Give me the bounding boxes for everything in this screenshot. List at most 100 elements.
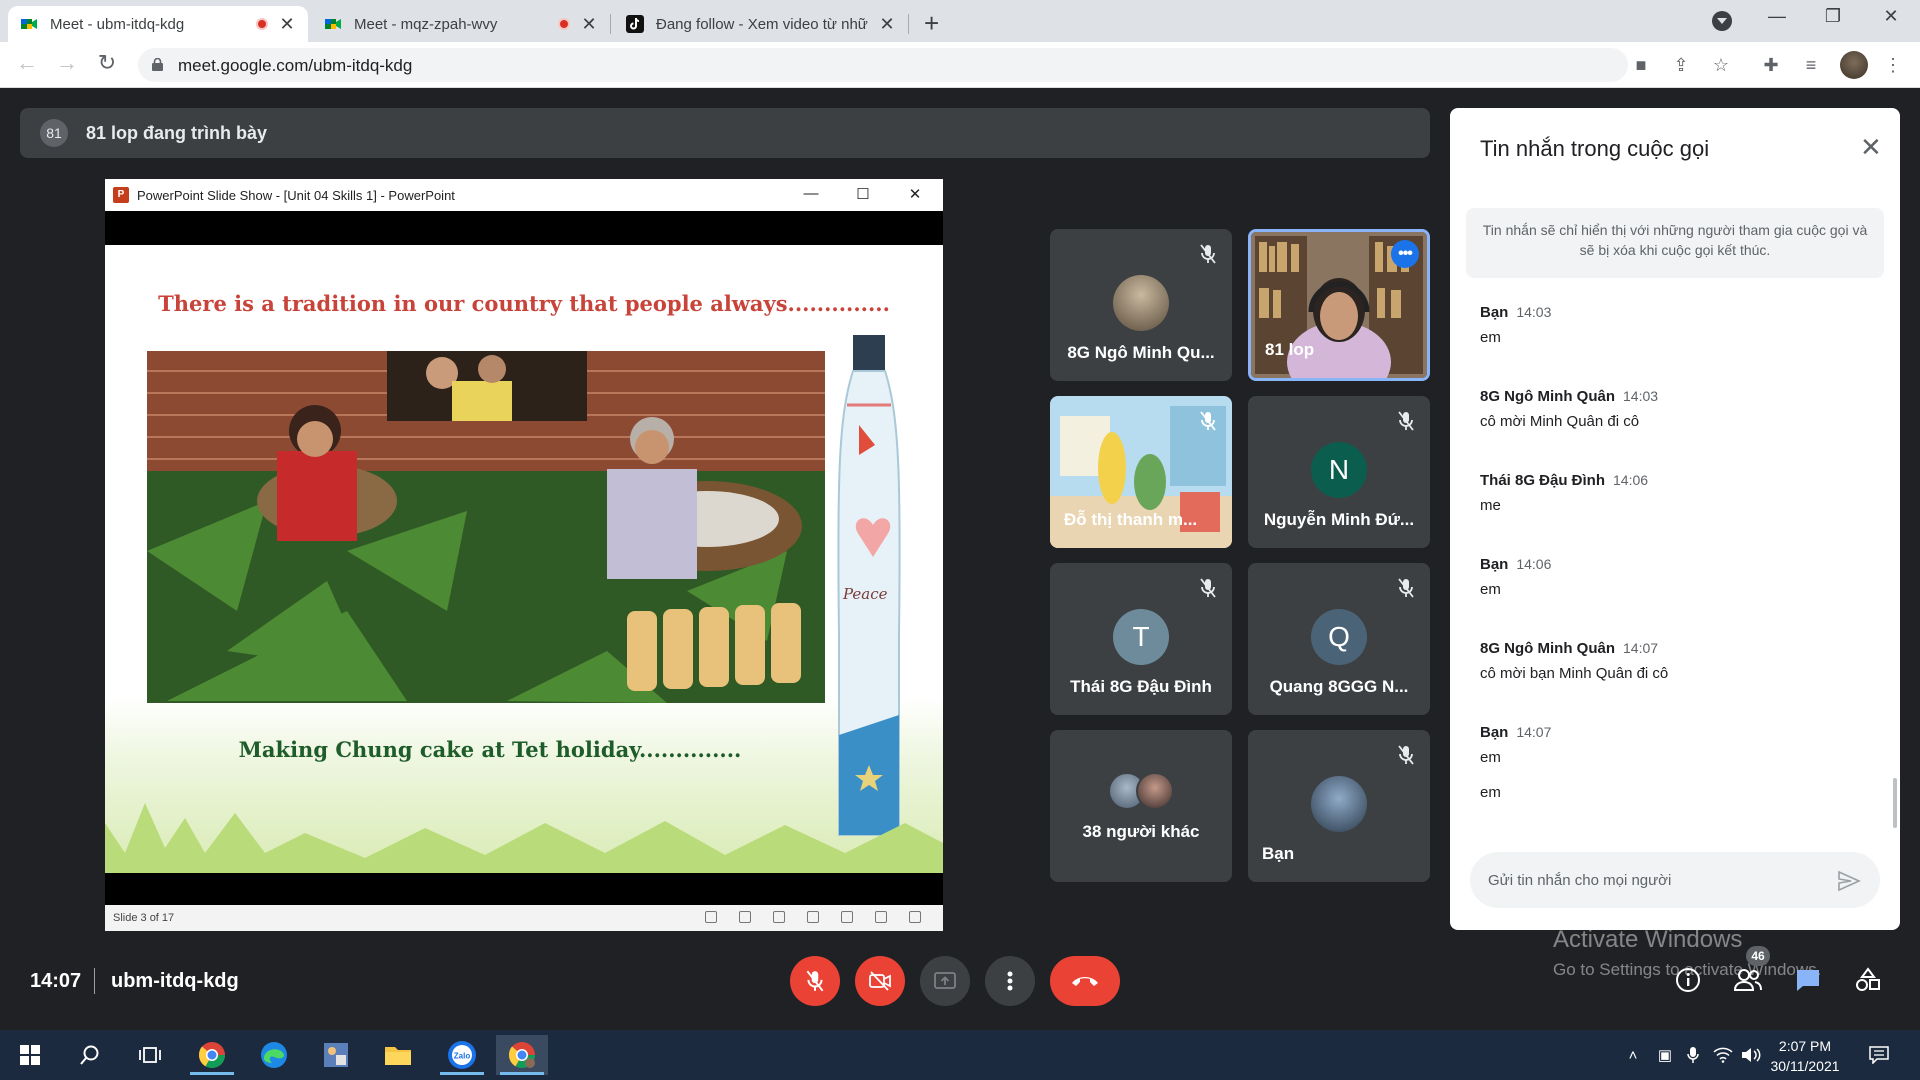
participant-options-button[interactable]: ••• [1391,240,1419,268]
activities-icon [1856,967,1880,991]
microphone-glyph [1687,1047,1699,1063]
participant-initial-avatar: Q [1311,609,1367,665]
tab-search-icon[interactable] [1712,11,1732,31]
previous-slide-icon [705,911,717,923]
chat-scrollbar[interactable] [1893,778,1897,828]
powerpoint-title-bar: P PowerPoint Slide Show - [Unit 04 Skill… [105,179,943,211]
toggle-camera-button[interactable] [855,956,905,1006]
tab-meet-ubm[interactable]: Meet - ubm-itdq-kdg ✕ [8,6,308,42]
extensions-icon[interactable]: ✚ [1758,52,1784,78]
minimize-icon[interactable]: — [1762,6,1792,27]
task-view-icon [139,1047,161,1063]
taskbar-file-explorer[interactable] [372,1035,424,1075]
meeting-details-button[interactable] [1672,964,1704,996]
normal-view-icon [807,911,819,923]
others-avatar [1136,772,1174,810]
notification-glyph [1869,1046,1889,1064]
meet-now-icon[interactable]: ▣ [1654,1044,1676,1066]
powerpoint-icon: P [113,187,129,203]
forward-icon[interactable]: → [52,50,82,76]
mic-off-icon [1200,244,1216,264]
show-hidden-icons-icon[interactable]: ˄ [1622,1044,1644,1066]
present-now-button[interactable] [920,956,970,1006]
tab-separator [908,14,909,34]
notes-icon [739,911,751,923]
bookmark-star-icon[interactable]: ☆ [1708,52,1734,78]
powerpoint-window-title: PowerPoint Slide Show - [Unit 04 Skills … [137,187,455,203]
system-clock[interactable]: 2:07 PM 30/11/2021 [1760,1036,1850,1076]
participant-tile-do-thi-thanh[interactable]: Đỗ thị thanh m... [1050,396,1232,548]
chung-cake-photo [147,351,825,703]
people-icon [1733,969,1762,991]
search-icon [80,1045,99,1065]
message-time: 14:07 [1623,640,1659,656]
media-control-icon[interactable]: ≡ [1798,52,1824,78]
chat-message: Bạn 14:03 em [1480,304,1870,346]
volume-icon[interactable] [1740,1044,1762,1066]
speaker-glyph [1742,1048,1761,1062]
taskbar-chrome-profile[interactable] [496,1035,548,1075]
taskbar-edge[interactable] [248,1035,300,1075]
chat-button[interactable] [1792,964,1824,996]
participant-tile-8g-ngo-minh-quan[interactable]: 8G Ngô Minh Qu... [1050,229,1232,381]
message-sender: Thái 8G Đậu Đình [1480,472,1606,489]
participant-tile-nguyen-minh-duc[interactable]: N Nguyễn Minh Đứ... [1248,396,1430,548]
toggle-microphone-button[interactable] [790,956,840,1006]
close-icon[interactable]: ✕ [1860,132,1882,163]
start-button[interactable] [4,1035,56,1075]
back-icon[interactable]: ← [12,50,42,76]
menu-kebab-icon[interactable]: ⋮ [1880,52,1906,78]
participant-tile-81-lop[interactable]: ••• 81 lop [1248,229,1430,381]
close-tab-icon[interactable]: ✕ [878,14,896,35]
microphone-icon[interactable] [1682,1044,1704,1066]
clock-time: 2:07 PM [1778,1038,1832,1054]
profile-avatar[interactable] [1840,51,1868,79]
notifications-icon[interactable] [1868,1044,1890,1066]
camera-in-use-icon[interactable]: ■ [1628,52,1654,78]
google-meet-icon [21,19,37,29]
message-sender: Bạn [1480,724,1509,741]
chrome-icon [198,1042,226,1069]
chat-message-input[interactable] [1470,852,1880,908]
tab-title: Meet - mqz-zpah-wvy [354,15,498,33]
message-text: cô mời bạn Minh Quân đi cô [1480,665,1669,682]
shared-screen-powerpoint: P PowerPoint Slide Show - [Unit 04 Skill… [105,179,943,931]
address-bar[interactable]: meet.google.com/ubm-itdq-kdg [138,48,1628,82]
people-button[interactable] [1732,964,1764,996]
chrome-icon [508,1042,536,1069]
svg-text:Zalo: Zalo [454,1052,471,1061]
meeting-clock: 14:07 [30,970,82,992]
taskbar-chrome[interactable] [186,1035,238,1075]
task-view-button[interactable] [124,1035,176,1075]
send-icon[interactable] [1836,868,1862,894]
tab-meet-mqz[interactable]: Meet - mqz-zpah-wvy ✕ [312,6,610,42]
participant-tile-quang-8ggg[interactable]: Q Quang 8GGG N... [1248,563,1430,715]
activities-button[interactable] [1852,964,1884,996]
share-icon[interactable]: ⇪ [1668,52,1694,78]
reload-icon[interactable]: ↻ [92,50,122,76]
mic-off-icon [1398,411,1414,431]
close-tab-icon[interactable]: ✕ [580,14,598,35]
tab-tiktok[interactable]: Đang follow - Xem video từ những ✕ [614,6,908,42]
camera-off-icon [869,971,891,991]
participant-tile-ban[interactable]: Bạn [1248,730,1430,882]
wifi-icon[interactable] [1712,1044,1734,1066]
leave-call-button[interactable] [1050,956,1120,1006]
close-tab-icon[interactable]: ✕ [278,14,296,35]
chat-message: 8G Ngô Minh Quân 14:03 cô mời Minh Quân đ… [1480,388,1870,430]
taskbar-zalo[interactable]: Zalo [436,1035,488,1075]
ppt-maximize-icon: ☐ [856,186,870,203]
close-window-icon[interactable]: ✕ [1876,6,1906,27]
tab-title: Đang follow - Xem video từ những [656,15,868,33]
restore-icon[interactable]: ❐ [1818,6,1848,27]
message-sender: Bạn [1480,556,1509,573]
participant-tile-thai-8g[interactable]: T Thái 8G Đậu Đình [1050,563,1232,715]
taskbar-photo-app[interactable] [310,1035,362,1075]
url-text: meet.google.com/ubm-itdq-kdg [178,56,413,75]
recording-indicator-icon [256,18,268,30]
more-options-button[interactable] [985,956,1035,1006]
new-tab-button[interactable]: + [924,8,939,39]
participant-initial-avatar: T [1113,609,1169,665]
participant-tile-others[interactable]: 38 người khác [1050,730,1232,882]
search-button[interactable] [64,1035,116,1075]
